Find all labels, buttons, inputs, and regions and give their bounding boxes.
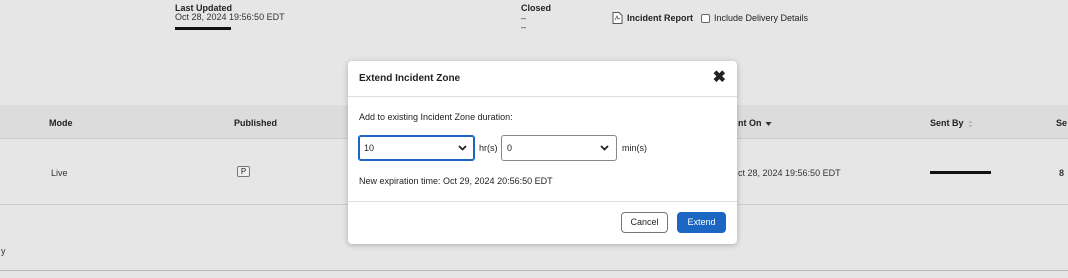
- divider: [348, 201, 737, 202]
- new-expiration-time: New expiration time: Oct 29, 2024 20:56:…: [359, 176, 553, 186]
- close-icon[interactable]: ✖: [713, 70, 726, 86]
- minutes-value: 0: [507, 143, 513, 153]
- column-published[interactable]: Published: [234, 118, 277, 128]
- minutes-unit-label: min(s): [622, 143, 647, 153]
- row-sent-by-redacted: [930, 171, 991, 174]
- redacted-text: [175, 27, 231, 30]
- chevron-down-icon: [458, 145, 467, 151]
- chevron-down-icon: [600, 145, 609, 151]
- cancel-button[interactable]: Cancel: [621, 212, 668, 233]
- dialog-title: Extend Incident Zone: [359, 73, 461, 84]
- divider: [348, 96, 737, 97]
- footer-partial-text: y: [1, 246, 6, 256]
- closed-label: Closed: [521, 3, 552, 13]
- sort-down-icon: [765, 122, 772, 127]
- minutes-select[interactable]: 0: [501, 135, 617, 161]
- incident-report-link[interactable]: Incident Report Include Delivery Details: [612, 12, 808, 24]
- published-badge: P: [237, 166, 250, 177]
- pdf-icon: [612, 12, 623, 24]
- duration-prompt: Add to existing Incident Zone duration:: [359, 112, 513, 122]
- include-delivery-label: Include Delivery Details: [714, 13, 809, 23]
- hours-select[interactable]: 10: [358, 135, 475, 161]
- extend-button[interactable]: Extend: [677, 212, 726, 233]
- column-sent-by-label: Sent By: [930, 118, 964, 128]
- column-sent-on[interactable]: nt On: [738, 118, 772, 128]
- column-sent-on-label: nt On: [738, 118, 762, 128]
- sort-icon: [968, 120, 974, 128]
- closed-value-2: –: [521, 22, 527, 32]
- row-sent-on: ct 28, 2024 19:56:50 EDT: [738, 168, 841, 178]
- hours-unit-label: hr(s): [479, 143, 498, 153]
- extend-incident-zone-dialog: Extend Incident Zone ✖ Add to existing I…: [348, 61, 737, 244]
- last-updated-value: Oct 28, 2024 19:56:50 EDT: [175, 12, 285, 22]
- hours-value: 10: [364, 143, 375, 153]
- row-se: 8: [1059, 168, 1065, 178]
- column-mode[interactable]: Mode: [49, 118, 73, 128]
- include-delivery-checkbox[interactable]: [701, 13, 711, 23]
- column-se[interactable]: Se: [1056, 118, 1067, 128]
- column-sent-by[interactable]: Sent By: [930, 118, 974, 128]
- incident-report-label[interactable]: Incident Report: [627, 13, 693, 23]
- divider: [0, 270, 1068, 271]
- row-mode: Live: [51, 168, 68, 178]
